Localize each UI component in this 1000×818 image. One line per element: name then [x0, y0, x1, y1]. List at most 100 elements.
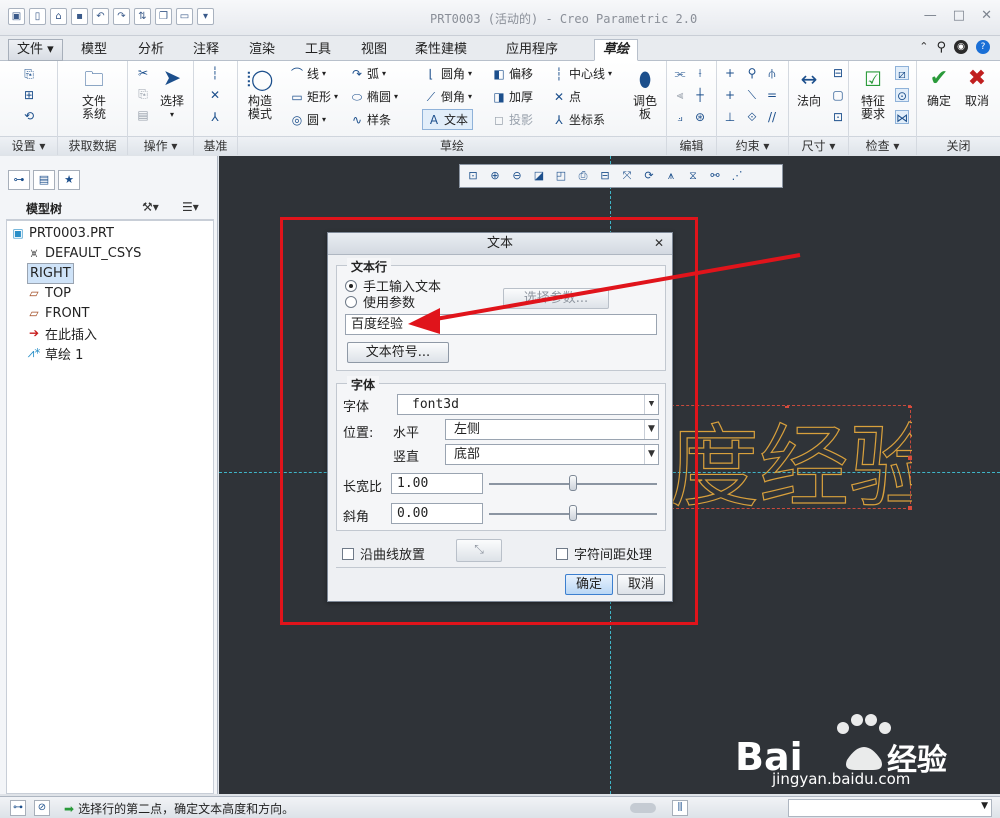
folder-browser-tab-icon[interactable]: ▤: [33, 170, 55, 190]
minimize-icon[interactable]: —: [924, 8, 937, 23]
references-icon[interactable]: ⊞: [22, 88, 36, 102]
datum-display-icon[interactable]: ⤧: [618, 167, 636, 185]
close-icon[interactable]: ✕: [654, 236, 664, 250]
line-button[interactable]: ⌒ 线 ▾: [290, 65, 326, 82]
aspect-ratio-input[interactable]: 1.00: [391, 473, 483, 494]
tree-item[interactable]: ▱ FRONT: [27, 303, 89, 323]
datum-centerline-icon[interactable]: ┆: [208, 66, 222, 80]
zoom-in-icon[interactable]: ⊕: [486, 167, 504, 185]
coord-system-button[interactable]: ⅄ 坐标系: [552, 111, 605, 128]
text-button[interactable]: A 文本: [422, 109, 474, 130]
tree-item[interactable]: ▱ TOP: [27, 283, 71, 303]
rotate-resize-icon[interactable]: ⊛: [693, 110, 707, 124]
tab-sketch[interactable]: 草绘: [594, 39, 639, 61]
corner-icon[interactable]: ┼: [693, 88, 707, 102]
dialog-cancel-button[interactable]: 取消: [617, 574, 665, 595]
datum-csys-icon[interactable]: ⅄: [208, 110, 222, 124]
spin-center-icon[interactable]: ⟳: [640, 167, 658, 185]
chamfer-button[interactable]: ⟋ 倒角 ▾: [424, 88, 472, 105]
vertical-constraint-icon[interactable]: +: [723, 66, 737, 80]
text-input[interactable]: 百度经验: [345, 314, 657, 335]
customize-icon[interactable]: ▾: [197, 8, 214, 25]
community-icon[interactable]: ◉: [954, 40, 968, 54]
annotation-display-icon[interactable]: ⩚: [662, 167, 680, 185]
sketch-view-icon[interactable]: ⊟: [596, 167, 614, 185]
perimeter-icon[interactable]: ⊟: [831, 66, 845, 80]
parallel-constraint-icon[interactable]: //: [765, 110, 779, 124]
cancel-button[interactable]: ✖ 取消: [959, 65, 995, 108]
palette-button[interactable]: ⬮ 调色 板: [628, 65, 662, 121]
equal-constraint-icon[interactable]: =: [765, 88, 779, 102]
group-operations-label[interactable]: 操作 ▾: [128, 136, 193, 155]
thicken-button[interactable]: ◨ 加厚: [492, 88, 533, 105]
horizontal-select[interactable]: 左侧 ▼: [445, 419, 659, 440]
tab-applications[interactable]: 应用程序: [497, 39, 567, 61]
perpendicular-constraint-icon[interactable]: ⊥: [723, 110, 737, 124]
spline-button[interactable]: ∿ 样条: [350, 111, 391, 128]
filter-select[interactable]: ▼: [788, 799, 992, 817]
along-curve-checkbox[interactable]: 沿曲线放置: [342, 544, 425, 563]
dimension-display-icon[interactable]: ⧖: [684, 167, 702, 185]
tree-item[interactable]: ➔ 在此插入: [27, 323, 97, 343]
point-button[interactable]: ✕ 点: [552, 88, 581, 105]
undo-icon[interactable]: ↶: [92, 8, 109, 25]
file-system-button[interactable]: 🗀 文件 系统: [74, 65, 114, 121]
tab-annotate[interactable]: 注释: [184, 39, 228, 61]
display-style-icon[interactable]: ◰: [552, 167, 570, 185]
kerning-checkbox[interactable]: 字符间距处理: [556, 544, 652, 563]
ellipse-button[interactable]: ⬭ 椭圆 ▾: [350, 88, 398, 105]
tree-columns-icon[interactable]: ☰▾: [182, 200, 199, 214]
tab-analysis[interactable]: 分析: [129, 39, 173, 61]
model-tree-tab-icon[interactable]: ⊶: [8, 170, 30, 190]
fillet-button[interactable]: ⌊ 圆角 ▾: [424, 65, 472, 82]
sketch-view-icon[interactable]: ⟲: [22, 109, 36, 123]
tab-file[interactable]: 文件 ▾: [8, 39, 63, 61]
tab-model[interactable]: 模型: [72, 39, 116, 61]
dialog-ok-button[interactable]: 确定: [565, 574, 613, 595]
new-icon[interactable]: ▯: [29, 8, 46, 25]
offset-button[interactable]: ◧ 偏移: [492, 65, 533, 82]
group-constrain-label[interactable]: 约束 ▾: [717, 136, 788, 155]
search-icon[interactable]: ⚲: [936, 40, 946, 55]
divide-icon[interactable]: ⟓: [673, 110, 687, 124]
modify-icon[interactable]: ⫘: [673, 66, 687, 80]
close-window-icon[interactable]: ▭: [176, 8, 193, 25]
saved-orientations-icon[interactable]: ⎙: [574, 167, 592, 185]
tab-view[interactable]: 视图: [352, 39, 396, 61]
vertical-select[interactable]: 底部 ▼: [445, 444, 659, 465]
highlight-open-ends-icon[interactable]: ⊙: [895, 88, 909, 103]
open-icon[interactable]: ⌂: [50, 8, 67, 25]
tree-item[interactable]: ⩙ DEFAULT_CSYS: [27, 243, 142, 263]
rectangle-button[interactable]: ▭ 矩形 ▾: [290, 88, 338, 105]
slant-slider-handle[interactable]: [569, 505, 577, 521]
normal-dimension-button[interactable]: ↔ 法向: [791, 65, 827, 108]
group-inspect-label[interactable]: 检查 ▾: [849, 136, 916, 155]
group-setup-label[interactable]: 设置 ▾: [0, 136, 57, 155]
sketch-text-bounds[interactable]: 度经验: [666, 405, 912, 510]
navigator-toggle-icon[interactable]: ⊶: [10, 800, 26, 816]
selection-filter-icon[interactable]: ⫼: [672, 800, 688, 816]
midpoint-constraint-icon[interactable]: ⟍: [745, 88, 759, 102]
group-dimension-label[interactable]: 尺寸 ▾: [789, 136, 848, 155]
ok-button[interactable]: ✔ 确定: [921, 65, 957, 108]
constraint-display-icon[interactable]: ⚯: [706, 167, 724, 185]
circle-button[interactable]: ◎ 圆 ▾: [290, 111, 326, 128]
slant-input[interactable]: 0.00: [391, 503, 483, 524]
cut-icon[interactable]: ✂: [136, 66, 150, 80]
tree-item[interactable]: ▣ PRT0003.PRT: [11, 223, 114, 243]
aspect-ratio-slider-handle[interactable]: [569, 475, 577, 491]
delete-segment-icon[interactable]: ⟊: [693, 66, 707, 80]
browser-toggle-icon[interactable]: ⊘: [34, 800, 50, 816]
maximize-icon[interactable]: □: [953, 8, 965, 23]
tangent-constraint-icon[interactable]: ⚲: [745, 66, 759, 80]
collapse-icon[interactable]: ⌃: [919, 40, 928, 55]
horizontal-constraint-icon[interactable]: +: [723, 88, 737, 102]
tree-item[interactable]: ⩘* 草绘 1: [27, 343, 84, 363]
tree-settings-icon[interactable]: ⚒▾: [142, 200, 159, 214]
zoom-out-icon[interactable]: ⊖: [508, 167, 526, 185]
text-symbol-button[interactable]: 文本符号...: [347, 342, 449, 363]
datum-point-icon[interactable]: ✕: [208, 88, 222, 102]
use-param-radio[interactable]: 使用参数: [345, 292, 415, 311]
reference-icon[interactable]: ▢: [831, 88, 845, 102]
vertex-display-icon[interactable]: ⋰: [728, 167, 746, 185]
